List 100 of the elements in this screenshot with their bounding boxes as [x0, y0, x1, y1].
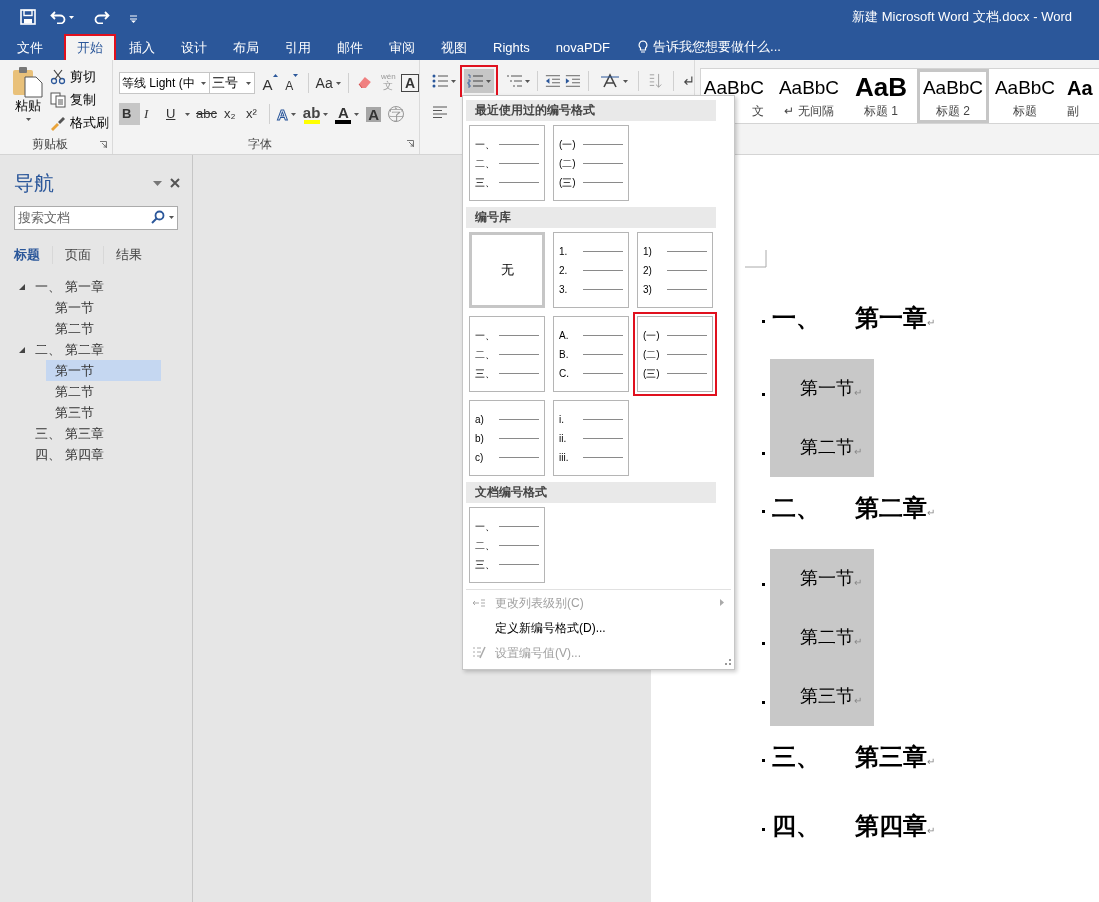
list-marker [762, 319, 765, 323]
numbering-format-tile[interactable]: (一) (二) (三) [633, 312, 717, 396]
ribbon-tab[interactable]: novaPDF [542, 34, 624, 60]
undo-icon[interactable] [50, 10, 66, 24]
multilevel-list-icon[interactable] [506, 74, 522, 88]
number-label: 二、 [475, 347, 495, 362]
grow-font-button[interactable]: A [259, 72, 281, 94]
style-item[interactable]: Aa 副 [1061, 69, 1099, 123]
dropdown-icon[interactable] [153, 180, 162, 186]
paste-button[interactable]: 粘贴 [8, 66, 48, 130]
decrease-indent-icon[interactable] [544, 74, 561, 88]
caret-icon[interactable] [486, 79, 491, 83]
section-text: 第二节 [800, 436, 854, 459]
script-button[interactable]: x₂ [220, 103, 242, 125]
ribbon-tab[interactable]: 设计 [168, 34, 220, 60]
pane-tab[interactable]: 标题 [14, 245, 40, 265]
group-label: 剪贴板 [31, 136, 69, 153]
ribbon-tab[interactable]: 布局 [220, 34, 272, 60]
caret-icon[interactable] [354, 112, 360, 116]
search-field[interactable]: 搜索文档 [14, 205, 178, 230]
font-size-field[interactable]: 三号 [209, 72, 256, 94]
style-item[interactable]: AaBbC ↵ 无间隔 [773, 69, 845, 123]
paragraph-mark: ↵ [927, 316, 935, 328]
pane-tab[interactable]: 结果 [116, 245, 142, 265]
bullet-list-icon[interactable] [432, 74, 448, 88]
format-painter-button[interactable]: 格式刷 [50, 112, 109, 134]
dialog-launcher-icon[interactable] [407, 140, 414, 147]
heading-item[interactable]: 第二节 [46, 381, 161, 402]
font-name-field[interactable]: 等线 Light (中 [119, 72, 210, 94]
heading-item[interactable]: 第三节 [46, 402, 161, 423]
expander-triangle-icon[interactable] [19, 346, 26, 353]
search-icon[interactable] [151, 210, 165, 224]
copy-button[interactable]: 复制 [50, 89, 109, 111]
number-label: 2) [643, 263, 652, 278]
placeholder-line [499, 143, 539, 145]
style-item[interactable]: AaB 标题 1 [845, 69, 917, 123]
placeholder-line [667, 269, 707, 271]
redo-icon[interactable] [94, 10, 110, 24]
group-label: 字体 [247, 135, 273, 153]
increase-indent-icon[interactable] [564, 74, 581, 88]
italic-button[interactable]: I [141, 103, 162, 125]
heading-item[interactable]: 第一节 [46, 297, 161, 318]
dialog-launcher-icon[interactable] [100, 140, 107, 148]
heading-item[interactable]: 二、 第二章 [35, 339, 104, 360]
caret-icon[interactable] [69, 15, 74, 19]
ribbon-tab[interactable]: 开始 [64, 34, 116, 60]
underline-button[interactable]: U [163, 103, 184, 125]
cut-button[interactable]: 剪切 [50, 66, 109, 88]
script-button[interactable]: x² [242, 103, 264, 125]
list-marker [762, 701, 765, 704]
expander-triangle-icon[interactable] [19, 283, 26, 290]
pilcrow-icon[interactable] [683, 74, 694, 88]
save-icon[interactable] [20, 9, 36, 25]
ribbon-tab[interactable]: 引用 [272, 34, 324, 60]
caret-icon[interactable] [169, 215, 174, 219]
strikethrough-button[interactable]: abc [193, 103, 220, 125]
caret-icon[interactable] [323, 112, 329, 116]
pane-tab[interactable]: 页面 [65, 245, 91, 265]
heading-item[interactable]: 四、 第四章 [35, 444, 104, 465]
resize-grip-icon[interactable] [725, 659, 731, 665]
caret-icon[interactable] [451, 79, 456, 83]
number-label: B. [559, 347, 569, 362]
style-item[interactable]: AaBbC 标题 2 [917, 69, 989, 123]
ribbon-tab[interactable]: 文件 [4, 34, 56, 60]
placeholder-line [583, 143, 623, 145]
customize-icon[interactable] [130, 15, 137, 23]
menu-item[interactable]: 定义新编号格式(D)... [463, 615, 734, 640]
caret-icon[interactable] [246, 81, 252, 85]
caret-icon[interactable] [290, 112, 296, 116]
heading-item[interactable]: 三、 第三章 [35, 423, 104, 444]
heading-item[interactable]: 第一节 [46, 360, 161, 381]
heading-text: 第一章 [855, 304, 927, 333]
close-icon[interactable] [170, 178, 180, 188]
bold-button[interactable]: B [119, 103, 140, 125]
font-color-button[interactable]: A [333, 103, 362, 125]
caret-icon[interactable] [622, 79, 628, 83]
heading-item[interactable]: 一、 第一章 [35, 276, 104, 297]
caret-icon[interactable] [525, 79, 530, 83]
ribbon-tab[interactable]: 审阅 [376, 34, 428, 60]
ribbon-tab[interactable]: Rights [480, 34, 543, 60]
heading-item[interactable]: 第二节 [46, 318, 161, 339]
caret-icon[interactable] [335, 81, 341, 85]
number-label: 一、 [475, 519, 495, 534]
tell-me-field[interactable]: 告诉我您想要做什么... [638, 34, 781, 60]
style-item[interactable]: AaBbC 标题 [989, 69, 1061, 123]
number-label: A. [559, 328, 569, 343]
ribbon-tab[interactable]: 视图 [428, 34, 480, 60]
align-left-icon[interactable] [432, 106, 448, 118]
shrink-font-button[interactable]: A [280, 72, 303, 94]
ribbon-tab[interactable]: 邮件 [324, 34, 376, 60]
ribbon-tab[interactable]: 插入 [116, 34, 168, 60]
text-direction-icon[interactable] [599, 73, 620, 89]
caret-icon[interactable] [200, 81, 206, 85]
change-case-button[interactable]: Aa [313, 72, 343, 94]
highlight-button[interactable]: ab [300, 103, 331, 125]
brush-icon [50, 115, 66, 131]
caret-icon[interactable] [185, 112, 190, 116]
caret-icon[interactable] [25, 118, 31, 121]
character-border-button[interactable]: A [401, 74, 419, 92]
placeholder-line [667, 353, 707, 355]
